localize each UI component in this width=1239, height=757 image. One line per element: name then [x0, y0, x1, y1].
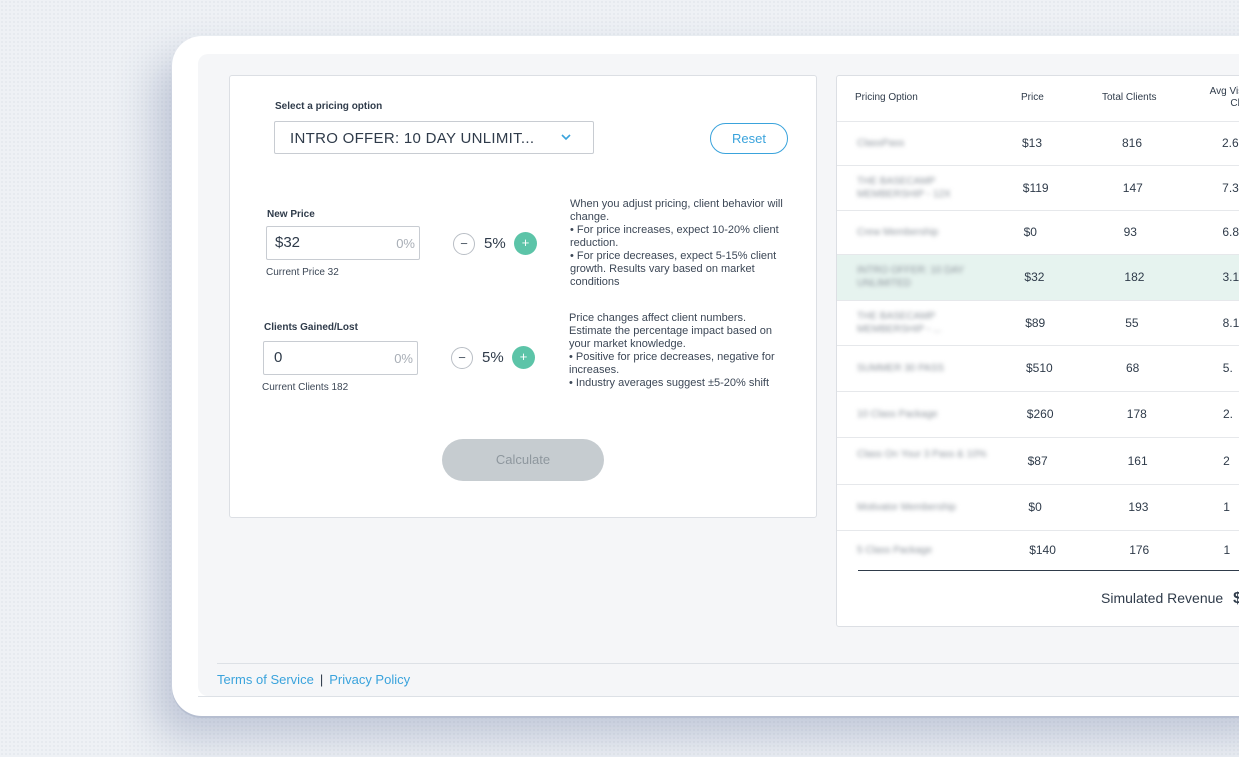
row-avg-visits: 7.3	[1222, 180, 1239, 195]
row-pricing-option: Class On Your 3 Pass & 10%	[857, 448, 987, 460]
footer-divider	[217, 663, 1239, 664]
reset-button[interactable]: Reset	[710, 123, 788, 154]
header-pricing-option[interactable]: Pricing Option	[855, 92, 918, 103]
selected-pricing-option: INTRO OFFER: 10 DAY UNLIMIT...	[290, 130, 535, 147]
pricing-option-select[interactable]: INTRO OFFER: 10 DAY UNLIMIT...	[274, 121, 594, 154]
row-pricing-option: ClassPass	[857, 138, 905, 149]
row-price: $0	[1023, 225, 1037, 239]
clients-input[interactable]: 0 0%	[263, 341, 418, 375]
row-price: $0	[1028, 500, 1042, 514]
clients-decrease-button[interactable]: −	[451, 347, 473, 369]
row-avg-visits: 3.1	[1222, 270, 1239, 284]
clients-increase-button[interactable]: +	[512, 346, 535, 369]
new-price-input[interactable]: $32 0%	[266, 226, 420, 260]
row-pricing-option: SUMMER 30 PASS	[857, 363, 945, 374]
clients-help-text: Price changes affect client numbers. Est…	[569, 312, 784, 390]
row-total-clients: 161	[1127, 453, 1148, 468]
help-line: Price changes affect client numbers. Est…	[569, 312, 773, 350]
price-increase-button[interactable]: +	[514, 232, 537, 255]
row-pricing-option: INTRO OFFER: 10 DAY UNLIMITED	[857, 265, 964, 289]
row-price: $260	[1026, 407, 1054, 421]
row-avg-visits: 6.8	[1222, 225, 1239, 239]
row-avg-visits: 1	[1223, 500, 1230, 514]
header-total-clients[interactable]: Total Clients	[1102, 92, 1156, 103]
row-price: $510	[1026, 361, 1053, 375]
row-total-clients: 182	[1124, 270, 1145, 284]
clients-percent: 0%	[394, 351, 413, 366]
row-pricing-option: Motivator Membership	[857, 502, 956, 513]
table-bottom-rule	[858, 570, 1239, 571]
simulated-revenue-label: Simulated Revenue	[1101, 590, 1224, 606]
help-line: • For price decreases, expect 5-15% clie…	[570, 250, 777, 288]
clients-label: Clients Gained/Lost	[264, 322, 358, 333]
row-total-clients: 55	[1125, 315, 1139, 330]
row-pricing-option: THE BASECAMP MEMBERSHIP - 12X	[857, 175, 951, 200]
current-clients-text: Current Clients 182	[262, 382, 349, 393]
row-price: $32	[1024, 270, 1045, 284]
pricing-option-label: Select a pricing option	[275, 101, 383, 112]
row-pricing-option: Crew Membership	[857, 227, 939, 238]
header-price[interactable]: Price	[1021, 92, 1044, 103]
clients-step-value: 5%	[482, 349, 504, 366]
simulated-revenue: Simulated Revenue $	[1101, 590, 1239, 608]
terms-of-service-link[interactable]: Terms of Service	[217, 672, 314, 687]
row-avg-visits: 1	[1223, 543, 1231, 557]
row-total-clients: 68	[1126, 361, 1140, 375]
help-line: When you adjust pricing, client behavior…	[570, 198, 783, 223]
row-total-clients: 816	[1122, 136, 1143, 150]
price-decrease-button[interactable]: −	[453, 233, 475, 255]
row-pricing-option: 5 Class Package	[857, 545, 933, 556]
footer: Terms of Service | Privacy Policy	[217, 672, 410, 687]
clients-value: 0	[274, 349, 283, 366]
row-avg-visits: 5.	[1222, 361, 1233, 375]
row-avg-visits: 2.6	[1222, 136, 1239, 150]
calculate-button[interactable]: Calculate	[442, 439, 604, 481]
price-help-text: When you adjust pricing, client behavior…	[570, 198, 790, 289]
row-price: $13	[1022, 136, 1043, 150]
row-total-clients: 193	[1128, 500, 1149, 514]
current-price-text: Current Price 32	[266, 267, 339, 278]
row-avg-visits: 8.1	[1222, 315, 1239, 330]
price-step-value: 5%	[484, 235, 506, 252]
help-line: • Industry averages suggest ±5-20% shift	[569, 377, 770, 389]
row-avg-visits: 2	[1223, 453, 1230, 468]
row-price: $119	[1022, 180, 1049, 195]
new-price-percent: 0%	[396, 236, 415, 251]
row-price: $140	[1029, 543, 1056, 557]
new-price-label: New Price	[267, 209, 315, 220]
row-pricing-option: 10 Class Package	[857, 409, 938, 420]
simulated-revenue-value: $	[1233, 590, 1239, 607]
row-price: $89	[1025, 315, 1046, 330]
help-line: • Positive for price decreases, negative…	[569, 351, 775, 376]
row-total-clients: 176	[1129, 543, 1150, 557]
row-total-clients: 178	[1126, 407, 1147, 421]
new-price-value: 32	[283, 234, 301, 251]
row-price: $87	[1027, 453, 1048, 468]
row-pricing-option: THE BASECAMP MEMBERSHIP - ...	[857, 310, 942, 335]
screen-bottom-edge	[198, 696, 1239, 697]
header-avg-visits[interactable]: Avg Visits/ Client	[1196, 86, 1239, 110]
footer-separator: |	[319, 672, 324, 687]
chevron-down-icon	[561, 134, 571, 141]
privacy-policy-link[interactable]: Privacy Policy	[329, 672, 410, 687]
row-avg-visits: 2.	[1222, 407, 1233, 421]
row-total-clients: 93	[1123, 225, 1137, 239]
row-total-clients: 147	[1122, 180, 1143, 195]
help-line: • For price increases, expect 10-20% cli…	[570, 224, 779, 249]
